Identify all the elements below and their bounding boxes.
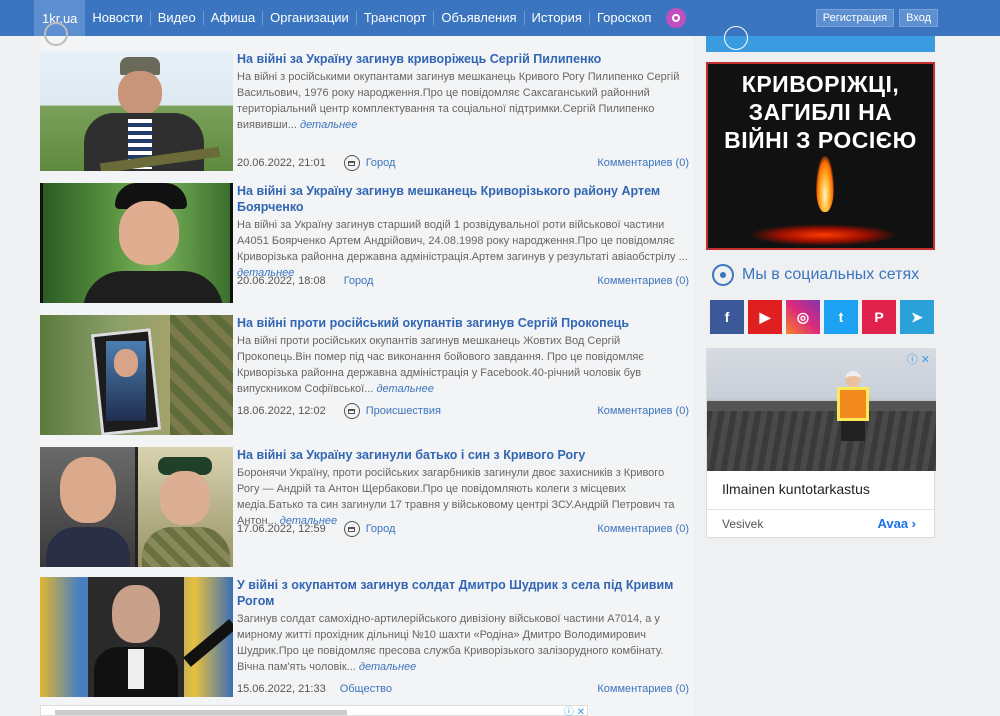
news-body: На війні за Україну загинув мешканець Кр… bbox=[237, 183, 689, 281]
nav-organizations[interactable]: Организации bbox=[262, 11, 356, 25]
sidebar-top-widget[interactable] bbox=[706, 26, 935, 52]
read-more-link[interactable]: детальнее bbox=[359, 661, 416, 673]
news-category[interactable]: Город bbox=[344, 275, 374, 287]
candle-glow bbox=[748, 224, 898, 246]
news-thumbnail[interactable] bbox=[40, 183, 233, 303]
news-thumbnail[interactable] bbox=[40, 447, 233, 567]
news-excerpt: На війні за Україну загинув старший воді… bbox=[237, 219, 688, 279]
news-category[interactable]: Город bbox=[366, 523, 396, 535]
memorial-banner[interactable]: КРИВОРІЖЦІ, ЗАГИБЛІ НА ВІЙНІ З РОСІЄЮ bbox=[706, 62, 935, 250]
social-links: f ▶ ◎ t P ➤ bbox=[710, 300, 934, 334]
telegram-icon[interactable]: ➤ bbox=[900, 300, 934, 334]
nav-ads[interactable]: Объявления bbox=[433, 11, 523, 25]
news-body: На війні за Україну загинув криворіжець … bbox=[237, 51, 689, 133]
news-item: На війні за Україну загинули батько і си… bbox=[40, 447, 693, 571]
banner-text: КРИВОРІЖЦІ, ЗАГИБЛІ НА ВІЙНІ З РОСІЄЮ bbox=[724, 71, 917, 153]
ad-close-icon[interactable]: ⓘ ✕ bbox=[907, 351, 930, 367]
news-category[interactable]: Происшествия bbox=[366, 405, 441, 417]
top-navigation: 1kr.ua Новости Видео Афиша Организации Т… bbox=[0, 0, 1000, 36]
news-date: 18.06.2022, 12:02 bbox=[237, 405, 326, 417]
network-icon bbox=[712, 264, 734, 286]
nav-news[interactable]: Новости bbox=[85, 11, 149, 25]
nav-transport[interactable]: Транспорт bbox=[355, 11, 434, 25]
news-thumbnail[interactable] bbox=[40, 51, 233, 171]
news-excerpt: На війні проти російських окупантів заги… bbox=[237, 335, 644, 395]
ad-close-icon[interactable]: ⓘ ✕ bbox=[564, 703, 585, 716]
register-button[interactable]: Регистрация bbox=[815, 9, 895, 27]
comments-link[interactable]: Комментариев (0) bbox=[597, 157, 689, 169]
worker-figure bbox=[835, 371, 871, 441]
comments-link[interactable]: Комментариев (0) bbox=[597, 683, 689, 695]
pinterest-icon[interactable]: P bbox=[862, 300, 896, 334]
youtube-icon[interactable]: ▶ bbox=[748, 300, 782, 334]
twitter-icon[interactable]: t bbox=[824, 300, 858, 334]
facebook-icon[interactable]: f bbox=[710, 300, 744, 334]
nav-afisha[interactable]: Афиша bbox=[202, 11, 262, 25]
read-more-link[interactable]: детальнее bbox=[376, 383, 433, 395]
news-list: На війні за Україну загинув криворіжець … bbox=[40, 22, 693, 716]
camera-icon bbox=[343, 521, 360, 537]
news-meta: 15.06.2022, 21:33 Общество Комментариев … bbox=[237, 683, 689, 695]
nav-history[interactable]: История bbox=[523, 11, 589, 25]
comments-link[interactable]: Комментариев (0) bbox=[597, 523, 689, 535]
news-excerpt: На війні з російськими окупантами загину… bbox=[237, 71, 680, 131]
login-button[interactable]: Вход bbox=[899, 9, 938, 27]
news-item: На війні проти російський окупантів заги… bbox=[40, 315, 693, 439]
candle-flame-icon bbox=[816, 156, 834, 212]
news-excerpt: Загинув солдат самохідно-артилерійського… bbox=[237, 613, 664, 673]
news-item: У війні з окупантом загинув солдат Дмитр… bbox=[40, 577, 693, 701]
news-thumbnail[interactable] bbox=[40, 577, 233, 697]
section-icon bbox=[44, 22, 68, 46]
camera-icon bbox=[343, 403, 360, 419]
news-title[interactable]: На війні проти російський окупантів заги… bbox=[237, 315, 689, 331]
bottom-ad[interactable]: ⓘ ✕ bbox=[40, 705, 588, 716]
read-more-link[interactable]: детальнее bbox=[300, 119, 357, 131]
news-meta: 17.06.2022, 12:59 Город Комментариев (0) bbox=[237, 521, 689, 537]
news-title[interactable]: На війні за Україну загинув мешканець Кр… bbox=[237, 183, 689, 215]
news-title[interactable]: У війні з окупантом загинув солдат Дмитр… bbox=[237, 577, 689, 609]
news-date: 20.06.2022, 18:08 bbox=[237, 275, 326, 287]
instagram-icon[interactable]: ◎ bbox=[786, 300, 820, 334]
ad-open-button[interactable]: Avaa › bbox=[877, 516, 916, 531]
ad-title[interactable]: Ilmainen kuntotarkastus bbox=[722, 481, 870, 497]
nav-horoscope[interactable]: Гороскоп bbox=[588, 11, 658, 25]
news-meta: 20.06.2022, 21:01 Город Комментариев (0) bbox=[237, 155, 689, 171]
sidebar-ad[interactable]: ⓘ ✕ Ilmainen kuntotarkastus Vesivek Avaa… bbox=[706, 348, 936, 538]
camera-icon bbox=[343, 155, 360, 171]
nav-video[interactable]: Видео bbox=[149, 11, 203, 25]
news-body: У війні з окупантом загинув солдат Дмитр… bbox=[237, 577, 689, 675]
news-category[interactable]: Общество bbox=[340, 683, 392, 695]
news-title[interactable]: На війні за Україну загинули батько і си… bbox=[237, 447, 689, 463]
horoscope-icon[interactable] bbox=[666, 8, 687, 28]
social-heading: Мы в социальных сетях bbox=[712, 264, 919, 286]
ad-source: Vesivek bbox=[722, 517, 764, 531]
news-date: 17.06.2022, 12:59 bbox=[237, 523, 326, 535]
news-category[interactable]: Город bbox=[366, 157, 396, 169]
comments-link[interactable]: Комментариев (0) bbox=[597, 405, 689, 417]
main-menu: Новости Видео Афиша Организации Транспор… bbox=[85, 0, 658, 36]
news-date: 15.06.2022, 21:33 bbox=[237, 683, 326, 695]
ad-image[interactable] bbox=[707, 349, 936, 471]
news-meta: 20.06.2022, 18:08 Город Комментариев (0) bbox=[237, 275, 689, 287]
news-date: 20.06.2022, 21:01 bbox=[237, 157, 326, 169]
news-meta: 18.06.2022, 12:02 Происшествия Комментар… bbox=[237, 403, 689, 419]
news-thumbnail[interactable] bbox=[40, 315, 233, 435]
news-item: На війні за Україну загинув криворіжець … bbox=[40, 51, 693, 175]
comments-link[interactable]: Комментариев (0) bbox=[597, 275, 689, 287]
news-body: На війні проти російський окупантів заги… bbox=[237, 315, 689, 397]
auth-links: Регистрация Вход bbox=[815, 9, 938, 27]
news-body: На війні за Україну загинули батько і си… bbox=[237, 447, 689, 529]
news-excerpt: Боронячи Україну, проти російських загар… bbox=[237, 467, 675, 527]
news-item: На війні за Україну загинув мешканець Кр… bbox=[40, 183, 693, 307]
news-title[interactable]: На війні за Україну загинув криворіжець … bbox=[237, 51, 689, 67]
